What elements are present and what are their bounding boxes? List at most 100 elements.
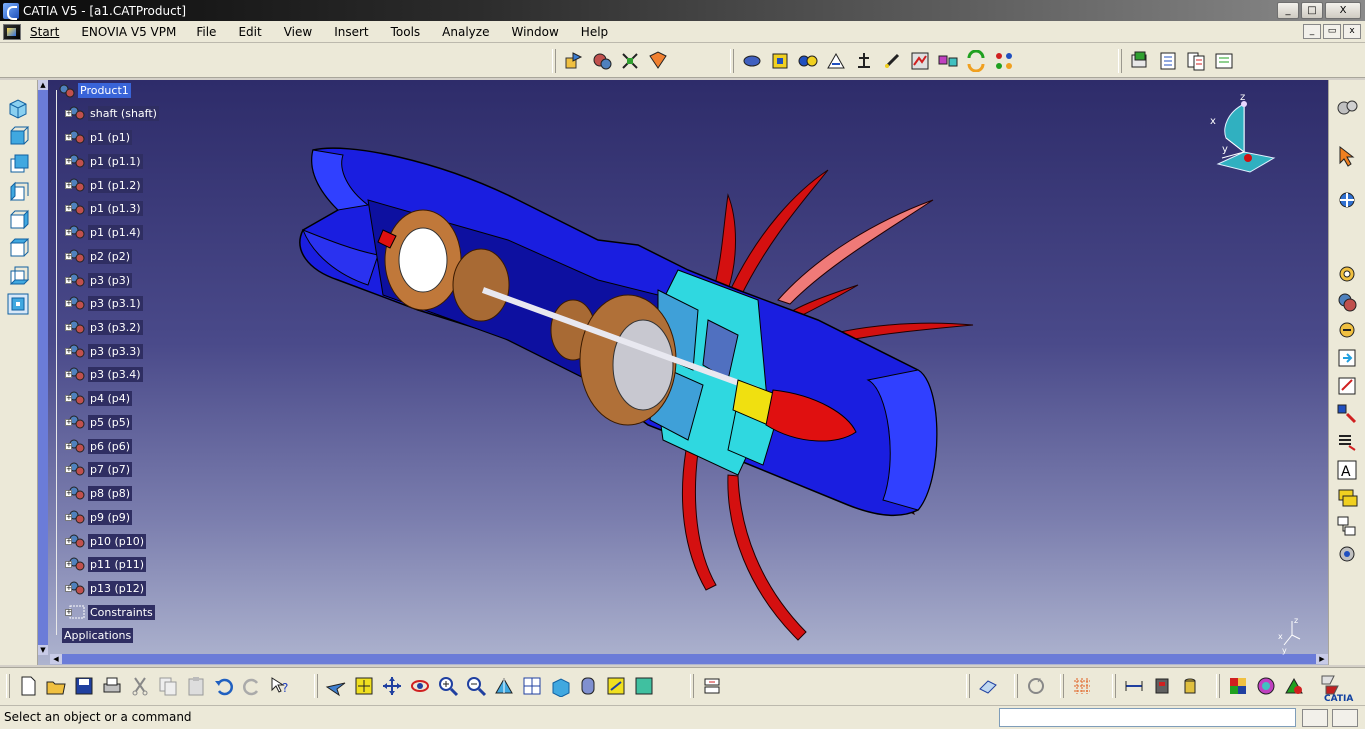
start-menu-icon[interactable]: [3, 23, 21, 40]
new-document-icon[interactable]: [16, 674, 40, 698]
multi-view-icon[interactable]: [520, 674, 544, 698]
menu-view[interactable]: View: [278, 22, 328, 42]
right-view-icon[interactable]: [6, 208, 30, 232]
open-folder-icon[interactable]: [44, 674, 68, 698]
graph-tree-reorder-icon[interactable]: [1335, 318, 1359, 342]
toolbar-grip[interactable]: [552, 49, 556, 73]
tree-node-p11[interactable]: + p11 (p11): [65, 554, 147, 574]
tree-node-p3-3[interactable]: + p3 (p3.3): [65, 341, 143, 361]
turbine-engine-model[interactable]: [38, 80, 1328, 665]
existing-component-icon[interactable]: [590, 49, 614, 73]
measure-inertia-icon[interactable]: [1178, 674, 1202, 698]
scroll-left-arrow[interactable]: ◀: [50, 654, 62, 664]
menu-insert[interactable]: Insert: [328, 22, 384, 42]
expand-toggle[interactable]: +: [65, 252, 72, 260]
update-all-icon[interactable]: [700, 674, 724, 698]
tree-node-label[interactable]: p5 (p5): [88, 414, 133, 430]
doc-restore-button[interactable]: ▭: [1323, 24, 1341, 39]
tree-node-label[interactable]: p3 (p3.2): [88, 319, 143, 335]
expand-toggle[interactable]: +: [65, 323, 72, 331]
swap-visible-space-icon[interactable]: [632, 674, 656, 698]
tree-node-p3-2[interactable]: + p3 (p3.2): [65, 317, 143, 337]
tree-node-label[interactable]: Applications: [62, 627, 134, 643]
cut-icon[interactable]: [128, 674, 152, 698]
tree-root[interactable]: Product1: [58, 82, 131, 99]
expand-toggle[interactable]: +: [65, 560, 72, 568]
hide-show-icon[interactable]: [604, 674, 628, 698]
measure-between-icon[interactable]: [1122, 674, 1146, 698]
generate-numbering-icon[interactable]: [1184, 49, 1208, 73]
tree-node-applications[interactable]: Applications: [62, 625, 134, 645]
bill-of-material-icon[interactable]: [1156, 49, 1180, 73]
minimize-button[interactable]: _: [1277, 2, 1299, 19]
tree-node-p3-4[interactable]: + p3 (p3.4): [65, 364, 143, 384]
reuse-pattern-icon[interactable]: [992, 49, 1016, 73]
tree-node-shaft[interactable]: + shaft (shaft): [65, 103, 159, 123]
scenes-icon[interactable]: [1212, 49, 1236, 73]
tree-node-p3-1[interactable]: + p3 (p3.1): [65, 293, 143, 313]
tree-node-label[interactable]: p4 (p4): [88, 390, 133, 406]
expand-toggle[interactable]: +: [65, 418, 72, 426]
structure-tree-icon[interactable]: [1335, 514, 1359, 538]
tree-node-p4[interactable]: + p4 (p4): [65, 388, 133, 408]
tree-node-p13[interactable]: + p13 (p12): [65, 578, 147, 598]
fit-all-in-icon[interactable]: [352, 674, 376, 698]
multi-instantiation-icon[interactable]: [1335, 402, 1359, 426]
text-annotation-icon[interactable]: A: [1335, 458, 1359, 482]
scroll-right-arrow[interactable]: ▶: [1316, 654, 1328, 664]
move-component-icon[interactable]: [1335, 188, 1359, 212]
expand-toggle[interactable]: +: [65, 133, 72, 141]
named-views-icon[interactable]: [6, 292, 30, 316]
new-component-icon[interactable]: [562, 49, 586, 73]
toolbar-grip[interactable]: [1014, 674, 1018, 698]
paste-icon[interactable]: [184, 674, 208, 698]
view-mode-icon[interactable]: [576, 674, 600, 698]
command-input[interactable]: [999, 708, 1296, 727]
menu-enovia[interactable]: ENOVIA V5 VPM: [75, 22, 190, 42]
zoom-out-icon[interactable]: [464, 674, 488, 698]
toolbar-grip[interactable]: [966, 674, 970, 698]
menu-start[interactable]: Start: [24, 22, 75, 42]
whats-this-icon[interactable]: ?: [268, 674, 292, 698]
doc-close-button[interactable]: x: [1343, 24, 1361, 39]
expand-toggle[interactable]: +: [65, 276, 72, 284]
menu-tools[interactable]: Tools: [385, 22, 437, 42]
expand-toggle[interactable]: +: [65, 370, 72, 378]
save-icon[interactable]: [72, 674, 96, 698]
tree-node-p5[interactable]: + p5 (p5): [65, 412, 133, 432]
save-management-icon[interactable]: [1335, 430, 1359, 454]
expand-toggle[interactable]: +: [65, 204, 72, 212]
snap-icon[interactable]: [646, 49, 670, 73]
angle-constraint-icon[interactable]: [824, 49, 848, 73]
toolbar-grip[interactable]: [1216, 674, 1220, 698]
representation-icon[interactable]: [1335, 346, 1359, 370]
isometric-view-icon[interactable]: [6, 96, 30, 120]
tree-node-p7[interactable]: + p7 (p7): [65, 459, 133, 479]
toolbar-grip[interactable]: [730, 49, 734, 73]
expand-toggle[interactable]: +: [65, 465, 72, 473]
tree-root-label[interactable]: Product1: [78, 83, 131, 98]
measure-item-icon[interactable]: [1150, 674, 1174, 698]
change-constraint-icon[interactable]: [964, 49, 988, 73]
tree-node-label[interactable]: p3 (p3.4): [88, 366, 143, 382]
refresh-icon[interactable]: [1024, 674, 1048, 698]
toolbar-grip[interactable]: [690, 674, 694, 698]
expand-toggle[interactable]: +: [65, 608, 72, 616]
tree-node-label[interactable]: p3 (p3.3): [88, 343, 143, 359]
tree-node-label[interactable]: p2 (p2): [88, 248, 133, 264]
normal-view-icon[interactable]: [492, 674, 516, 698]
tree-node-label[interactable]: p13 (p12): [88, 580, 147, 596]
command-history-button[interactable]: [1302, 709, 1328, 727]
tree-node-label[interactable]: p1 (p1.2): [88, 177, 143, 193]
bottom-view-icon[interactable]: [6, 264, 30, 288]
tree-node-label[interactable]: p6 (p6): [88, 438, 133, 454]
tree-node-label[interactable]: p1 (p1): [88, 129, 133, 145]
expand-toggle[interactable]: +: [65, 442, 72, 450]
menu-edit[interactable]: Edit: [232, 22, 277, 42]
catalog-browser-icon[interactable]: [1128, 49, 1152, 73]
expand-toggle[interactable]: +: [65, 181, 72, 189]
flexible-rigid-icon[interactable]: [936, 49, 960, 73]
tree-node-p8[interactable]: + p8 (p8): [65, 483, 133, 503]
toolbar-grip[interactable]: [1112, 674, 1116, 698]
tree-node-label[interactable]: Constraints: [88, 604, 155, 620]
